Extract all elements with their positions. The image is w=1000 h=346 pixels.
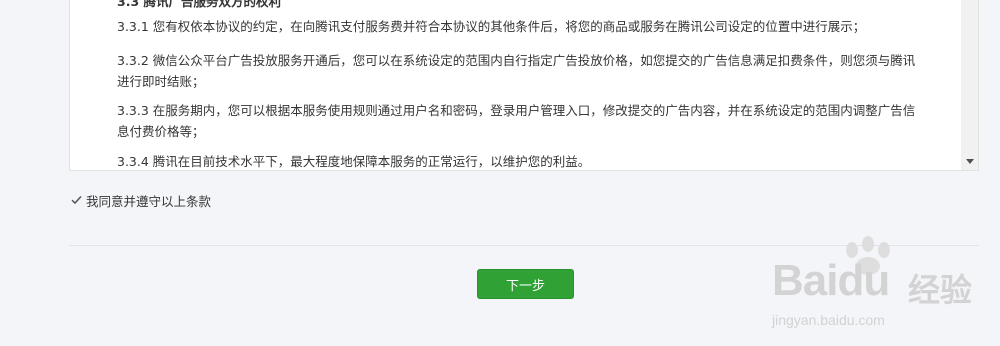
watermark-brand: Baidu bbox=[772, 256, 890, 305]
watermark-cn: 经验 bbox=[908, 271, 973, 309]
clause-3-3-2: 3.3.2 微信公众平台广告投放服务开通后，您可以在系统设定的范围内自行指定广告… bbox=[117, 53, 916, 89]
vertical-scrollbar[interactable] bbox=[961, 0, 978, 170]
page: 3.3 腾讯广告服务双方的权利 3.3.1 您有权依本协议的约定，在向腾讯支付服… bbox=[0, 0, 1000, 346]
clause-3-3-4: 3.3.4 腾讯在目前技术水平下，最大程度地保障本服务的正常运行，以维护您的利益… bbox=[117, 154, 591, 169]
clause-3-3-3: 3.3.3 在服务期内，您可以根据本服务使用规则通过用户名和密码，登录用户管理入… bbox=[117, 103, 916, 139]
agree-checkbox-row[interactable]: 我同意并遵守以上条款 bbox=[70, 191, 211, 209]
next-step-button[interactable]: 下一步 bbox=[477, 269, 574, 299]
agree-checkbox[interactable] bbox=[70, 194, 83, 207]
agree-label: 我同意并遵守以上条款 bbox=[86, 193, 212, 209]
baidu-jingyan-watermark: Baidu 经验 jingyan.baidu.com bbox=[768, 236, 988, 336]
checkmark-icon bbox=[71, 195, 82, 205]
agreement-scroll-box[interactable]: 3.3 腾讯广告服务双方的权利 3.3.1 您有权依本协议的约定，在向腾讯支付服… bbox=[69, 0, 979, 171]
clause-3-3-1: 3.3.1 您有权依本协议的约定，在向腾讯支付服务费并符合本协议的其他条件后，将… bbox=[117, 19, 866, 34]
scroll-down-arrow-icon[interactable] bbox=[966, 159, 974, 164]
watermark-url: jingyan.baidu.com bbox=[772, 312, 885, 328]
clause-heading: 3.3 腾讯广告服务双方的权利 bbox=[117, 0, 281, 9]
